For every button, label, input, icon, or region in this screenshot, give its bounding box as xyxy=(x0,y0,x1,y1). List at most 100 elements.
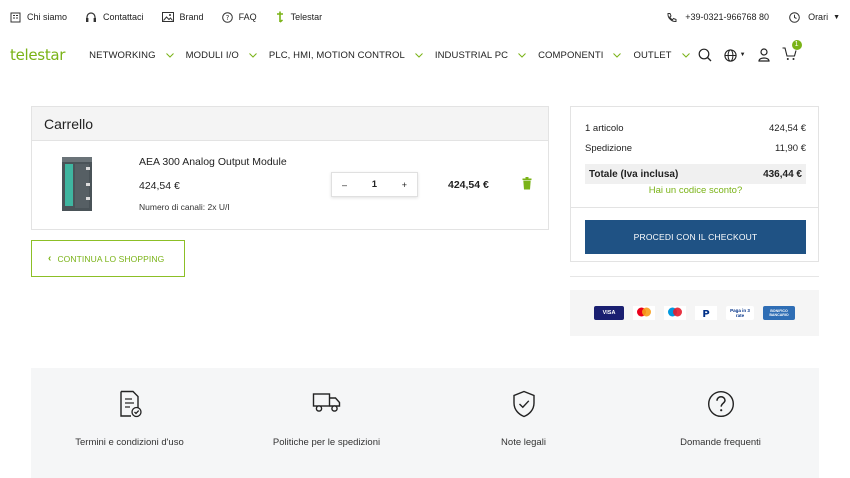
nav-label: COMPONENTI xyxy=(538,49,604,61)
user-icon[interactable] xyxy=(757,48,770,62)
summary-items-value: 424,54 € xyxy=(769,123,806,134)
question-circle-icon xyxy=(707,390,734,418)
hours-label: Orari xyxy=(808,12,829,22)
mastercard-logo xyxy=(633,306,655,320)
phone-number: +39-0321-966768 80 xyxy=(685,12,770,22)
nav-label: NETWORKING xyxy=(89,49,156,61)
bank-transfer-logo: BONIFICO BANCARIO xyxy=(763,306,795,320)
nav-item-outlet[interactable]: OUTLET xyxy=(633,49,690,61)
item-total: 424,54 € xyxy=(448,179,489,191)
nav-item-networking[interactable]: NETWORKING xyxy=(89,49,174,61)
main-nav: telestar NETWORKING MODULI I/O PLC, HMI,… xyxy=(0,38,850,72)
decrease-button[interactable]: – xyxy=(342,180,347,190)
clock-icon xyxy=(789,11,800,23)
product-name[interactable]: AEA 300 Analog Output Module xyxy=(139,156,287,168)
summary-total-label: Totale (Iva inclusa) xyxy=(589,168,679,180)
nav-label: INDUSTRIAL PC xyxy=(434,49,509,61)
cart-button[interactable]: 1 xyxy=(782,39,802,64)
footer-item-terms[interactable]: Termini e condizioni d'uso xyxy=(31,368,228,478)
checkout-button[interactable]: PROCEDI CON IL CHECKOUT xyxy=(585,220,806,254)
nav-item-plc[interactable]: PLC, HMI, MOTION CONTROL xyxy=(269,50,423,61)
nav-label: OUTLET xyxy=(633,49,672,61)
cart-count-badge: 1 xyxy=(791,39,802,50)
svg-text:?: ? xyxy=(225,14,229,22)
link-label: Contattaci xyxy=(103,12,144,22)
cart-title: Carrello xyxy=(32,107,548,141)
chevron-down-icon xyxy=(613,52,622,58)
footer-features: Termini e condizioni d'uso Politiche per… xyxy=(31,368,819,478)
summary-shipping-row: Spedizione 11,90 € xyxy=(585,143,806,154)
product-image[interactable] xyxy=(56,153,98,213)
footer-label: Domande frequenti xyxy=(680,437,761,448)
cart-panel: Carrello AEA 300 Analog Output Module 42… xyxy=(31,106,549,230)
truck-icon xyxy=(312,393,340,412)
image-icon xyxy=(161,12,174,22)
summary-items-row: 1 articolo 424,54 € xyxy=(585,123,806,134)
phone-icon xyxy=(667,12,677,22)
chevron-left-icon: ‹ xyxy=(48,253,52,264)
trash-icon[interactable] xyxy=(522,177,532,190)
paypal-installments-logo: Paga in 3 rate xyxy=(726,306,754,320)
nav-label: MODULI I/O xyxy=(185,49,239,61)
product-attribute: Numero di canali: 2x U/I xyxy=(139,202,230,212)
link-faq[interactable]: ? FAQ xyxy=(221,11,257,23)
summary-total-row: Totale (Iva inclusa) 436,44 € xyxy=(585,164,806,184)
nav-label: PLC, HMI, MOTION CONTROL xyxy=(268,49,405,61)
continue-shopping-button[interactable]: ‹ CONTINUA LO SHOPPING xyxy=(31,240,185,277)
footer-item-shipping[interactable]: Politiche per le spedizioni xyxy=(228,368,425,478)
footer-item-faq[interactable]: Domande frequenti xyxy=(622,368,819,478)
telestar-mark-icon xyxy=(276,11,283,23)
increase-button[interactable]: + xyxy=(402,180,407,190)
link-label: Brand xyxy=(179,12,204,22)
chevron-down-icon xyxy=(414,52,423,58)
headset-icon xyxy=(86,11,97,22)
divider xyxy=(571,207,818,208)
payment-methods: VISA P Paga in 3 rate BONIFICO BANCARIO xyxy=(570,290,819,336)
link-brand[interactable]: Brand xyxy=(161,12,204,22)
hours-dropdown[interactable]: Orari ▼ xyxy=(789,11,840,23)
caret-down-icon: ▼ xyxy=(833,13,840,21)
link-label: Telestar xyxy=(290,12,323,22)
footer-label: Note legali xyxy=(501,437,546,448)
maestro-logo xyxy=(664,306,686,320)
phone-link[interactable]: +39-0321-966768 80 xyxy=(666,12,769,23)
summary-total-value: 436,44 € xyxy=(763,168,802,180)
summary-items-label: 1 articolo xyxy=(585,123,624,134)
caret-down-icon: ▼ xyxy=(739,52,746,58)
nav-item-componenti[interactable]: COMPONENTI xyxy=(538,49,622,61)
chevron-down-icon xyxy=(681,52,690,58)
footer-label: Termini e condizioni d'uso xyxy=(75,437,184,448)
link-chi-siamo[interactable]: Chi siamo xyxy=(10,12,67,23)
link-telestar[interactable]: Telestar xyxy=(275,11,323,23)
quantity-value[interactable]: 1 xyxy=(372,179,377,190)
top-links: Chi siamo Contattaci Brand ? FAQ Telesta… xyxy=(10,11,340,23)
top-right: +39-0321-966768 80 Orari ▼ xyxy=(666,11,840,23)
language-selector[interactable]: ▼ xyxy=(723,48,746,62)
product-price: 424,54 € xyxy=(139,180,180,192)
document-check-icon xyxy=(119,390,142,418)
visa-logo: VISA xyxy=(594,306,624,320)
top-bar: Chi siamo Contattaci Brand ? FAQ Telesta… xyxy=(0,0,850,34)
link-label: FAQ xyxy=(238,12,257,22)
svg-text:P: P xyxy=(702,309,709,320)
cart-item-row: AEA 300 Analog Output Module 424,54 € Nu… xyxy=(32,141,548,229)
chevron-down-icon xyxy=(249,52,257,58)
question-circle-icon: ? xyxy=(221,11,233,23)
chevron-down-icon xyxy=(165,52,174,58)
search-icon[interactable] xyxy=(698,48,712,62)
nav-item-moduli[interactable]: MODULI I/O xyxy=(186,50,257,61)
link-contattaci[interactable]: Contattaci xyxy=(85,11,144,23)
nav-icons: ▼ 1 xyxy=(698,39,802,64)
quantity-stepper: – 1 + xyxy=(331,172,418,197)
footer-label: Politiche per le spedizioni xyxy=(272,437,381,448)
chevron-down-icon xyxy=(518,52,526,58)
logo[interactable]: telestar xyxy=(10,46,65,64)
link-label: Chi siamo xyxy=(27,12,68,22)
footer-item-legal[interactable]: Note legali xyxy=(425,368,622,478)
shield-check-icon xyxy=(512,390,535,418)
nav-item-industrial-pc[interactable]: INDUSTRIAL PC xyxy=(435,50,526,61)
building-icon xyxy=(10,12,21,22)
summary-shipping-label: Spedizione xyxy=(585,143,633,154)
coupon-link[interactable]: Hai un codice sconto? xyxy=(571,185,820,196)
divider xyxy=(570,276,819,277)
